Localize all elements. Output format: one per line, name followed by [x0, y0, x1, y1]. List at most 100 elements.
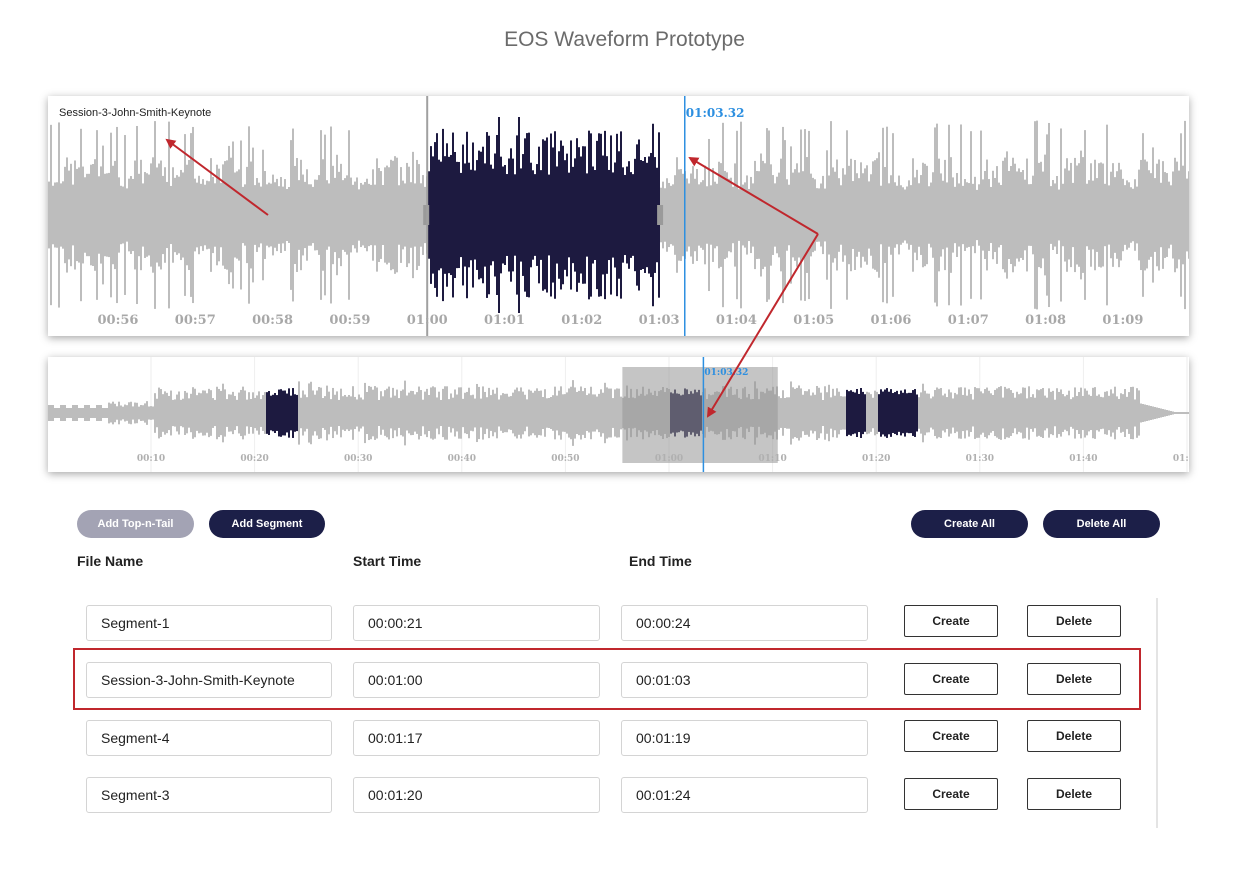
overview-tick-label: 00:30 — [344, 454, 372, 464]
waveform-sample — [518, 117, 520, 313]
end-time-input[interactable] — [621, 777, 868, 813]
waveform-sample — [1082, 157, 1084, 273]
waveform-sample — [1012, 157, 1014, 273]
end-time-input[interactable] — [621, 720, 868, 756]
waveform-sample — [720, 163, 722, 267]
add-top-n-tail-button[interactable]: Add Top-n-Tail — [77, 510, 194, 538]
overview-sample — [80, 408, 82, 418]
waveform-sample — [230, 157, 232, 273]
overview-sample — [74, 405, 76, 421]
file-name-input[interactable] — [86, 720, 332, 756]
main-waveform-view[interactable]: 00:56 00:57 00:58 00:59 01:00 01:01 01:02 01:03… — [48, 96, 1189, 336]
end-time-input[interactable] — [621, 605, 868, 641]
overview-sample — [412, 390, 414, 436]
waveform-sample — [1018, 168, 1020, 262]
overview-waveform-canvas[interactable]: 00:10 00:20 00:30 00:40 00:50 01:00 01:10 01:20… — [48, 357, 1189, 472]
delete-button[interactable]: Delete — [1027, 720, 1121, 752]
waveform-sample — [1112, 163, 1114, 267]
delete-button[interactable]: Delete — [1027, 778, 1121, 810]
main-waveform-canvas[interactable]: 00:56 00:57 00:58 00:59 01:00 01:01 01:02 01:03… — [48, 96, 1189, 336]
waveform-sample — [116, 126, 118, 304]
overview-sample — [1064, 396, 1066, 430]
create-button[interactable]: Create — [904, 663, 998, 695]
add-segment-button[interactable]: Add Segment — [209, 510, 325, 538]
overview-sample — [274, 393, 276, 433]
overview-sample — [1096, 395, 1098, 431]
overview-sample — [334, 394, 336, 432]
overview-sample — [498, 399, 500, 427]
overview-waveform[interactable]: 00:10 00:20 00:30 00:40 00:50 01:00 01:10 01:20… — [48, 357, 1189, 472]
overview-sample — [434, 387, 436, 439]
overview-sample — [1120, 393, 1122, 433]
waveform-sample — [282, 186, 284, 244]
file-name-input[interactable] — [86, 777, 332, 813]
overview-sample — [1100, 396, 1102, 430]
waveform-sample — [560, 140, 562, 290]
waveform-sample — [172, 167, 174, 263]
overview-sample — [1112, 393, 1114, 433]
overview-sample — [440, 399, 442, 427]
file-name-input[interactable] — [86, 605, 332, 641]
waveform-sample — [530, 162, 532, 268]
waveform-sample — [1006, 151, 1008, 279]
create-button[interactable]: Create — [904, 605, 998, 637]
overview-sample — [886, 388, 888, 438]
overview-sample — [492, 389, 494, 437]
waveform-sample — [690, 173, 692, 257]
waveform-sample — [978, 184, 980, 246]
overview-sample — [272, 394, 274, 432]
waveform-sample — [934, 127, 936, 303]
overview-sample — [578, 390, 580, 436]
delete-button[interactable]: Delete — [1027, 605, 1121, 637]
start-time-input[interactable] — [353, 720, 600, 756]
waveform-sample — [640, 160, 642, 270]
delete-all-button[interactable]: Delete All — [1043, 510, 1160, 538]
create-all-button[interactable]: Create All — [911, 510, 1028, 538]
overview-sample — [1152, 406, 1154, 420]
overview-sample — [1082, 395, 1084, 431]
overview-sample — [802, 394, 804, 432]
overview-sample — [830, 397, 832, 429]
start-time-input[interactable] — [353, 777, 600, 813]
start-time-input[interactable] — [353, 662, 600, 698]
waveform-sample — [984, 170, 986, 260]
waveform-sample — [914, 177, 916, 253]
overview-sample — [480, 398, 482, 428]
create-button[interactable]: Create — [904, 720, 998, 752]
time-tick-label: 00:57 — [175, 313, 216, 328]
waveform-sample — [782, 126, 784, 304]
waveform-sample — [732, 186, 734, 244]
waveform-sample — [858, 178, 860, 252]
waveform-sample — [450, 154, 452, 276]
overview-sample — [322, 398, 324, 428]
waveform-sample — [542, 139, 544, 291]
create-button[interactable]: Create — [904, 778, 998, 810]
overview-sample — [428, 394, 430, 432]
waveform-sample — [1064, 168, 1066, 262]
file-name-input[interactable] — [86, 662, 332, 698]
waveform-sample — [666, 178, 668, 252]
waveform-sample — [62, 181, 64, 249]
end-time-input[interactable] — [621, 662, 868, 698]
waveform-sample — [1092, 180, 1094, 250]
waveform-sample — [636, 144, 638, 286]
overview-sample — [1092, 387, 1094, 439]
overview-sample — [66, 408, 68, 418]
table-scrollbar[interactable] — [1156, 598, 1158, 828]
overview-sample — [574, 387, 576, 439]
waveform-sample — [190, 133, 192, 297]
start-time-input[interactable] — [353, 605, 600, 641]
waveform-sample — [1094, 159, 1096, 271]
waveform-sample — [300, 159, 302, 271]
waveform-sample — [346, 175, 348, 255]
overview-sample — [236, 399, 238, 427]
waveform-sample — [160, 160, 162, 270]
overview-sample — [386, 388, 388, 438]
waveform-sample — [258, 182, 260, 248]
waveform-sample — [456, 161, 458, 269]
waveform-sample — [1076, 165, 1078, 265]
overview-sample — [132, 406, 134, 420]
time-tick-label: 01:03 — [639, 313, 680, 328]
delete-button[interactable]: Delete — [1027, 663, 1121, 695]
waveform-sample — [770, 164, 772, 266]
